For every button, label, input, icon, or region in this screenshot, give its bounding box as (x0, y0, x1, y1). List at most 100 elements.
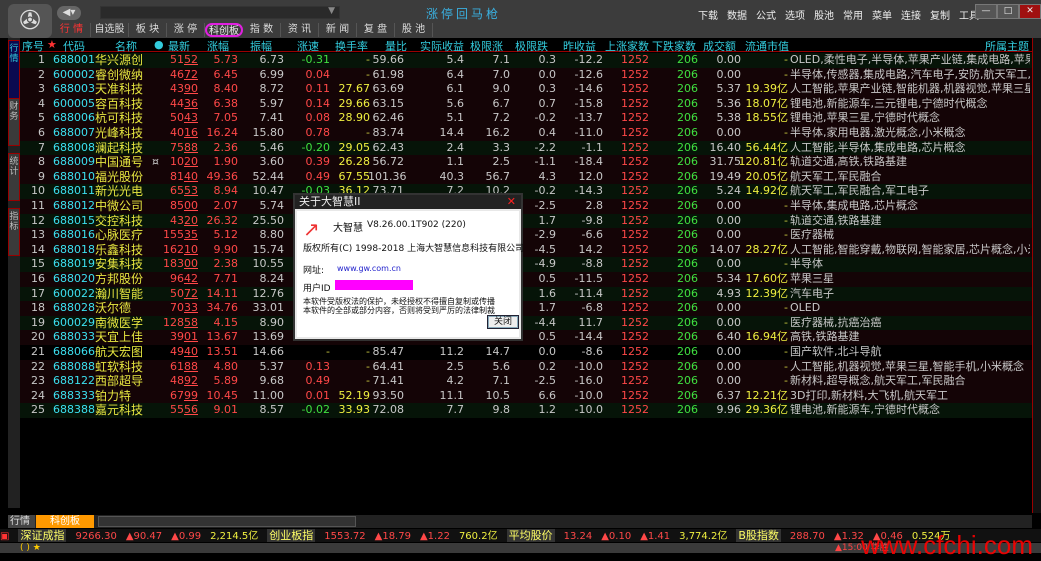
table-row[interactable]: 17 600022 瀚川智能 5072 14.11 12.76 1.6 -11.4 1252 20… (20, 286, 1032, 302)
maximize-button[interactable]: □ (997, 4, 1019, 19)
table-row[interactable]: 16 688020 方邦股份 9642 7.71 8.24 0.5 -11.5 1252 206 5… (20, 272, 1032, 287)
table-row[interactable]: 19 600029 南微医学 12858 4.15 8.90 -4.4 11.7 1252 206… (20, 315, 1032, 331)
cell-up-count: 1252 (621, 228, 649, 242)
table-row[interactable]: 13 688016 心脉医疗 15535 5.12 8.80 -2.9 -6.6 1252 206… (20, 228, 1032, 243)
table-row[interactable]: 3 688003 天准科技 4390 8.40 8.72 0.11 27.67 63.69 6.1… (20, 82, 1032, 97)
side-tab-1[interactable]: 财务 (8, 98, 20, 146)
tab-5[interactable]: 指 数 (243, 23, 281, 37)
column-header-13[interactable]: 昨收益 (563, 38, 596, 54)
column-header-12[interactable]: 极限跌 (515, 38, 548, 54)
column-header-3[interactable]: ● (154, 38, 164, 51)
column-header-0[interactable]: 序号 (22, 38, 44, 54)
close-dialog-button[interactable]: 关闭 (487, 315, 519, 329)
tab-8[interactable]: 复 盘 (357, 23, 395, 37)
column-header-5[interactable]: 涨幅 (207, 38, 229, 54)
tab-6[interactable]: 资 讯 (281, 23, 319, 37)
menu-item[interactable]: 股池 (814, 7, 834, 22)
side-tab-2[interactable]: 统计 (8, 153, 20, 201)
table-row[interactable]: 15 688019 安集科技 18300 2.38 10.55 -4.9 -8.8 1252 20… (20, 257, 1032, 272)
menu-item[interactable]: 菜单 (872, 7, 892, 22)
table-row[interactable]: 8 688009 中国通号 ¤ 1020 1.90 3.60 0.39 26.28 56.72 1.… (20, 155, 1032, 170)
table-row[interactable]: 1 688001 华兴源创 5152 5.73 6.73 -0.31-59.66 5.4 7.1… (20, 53, 1032, 68)
index-name[interactable]: 深证成指 (18, 529, 67, 542)
tab-9[interactable]: 股 池 (395, 23, 433, 37)
column-header-15[interactable]: 下跌家数 (652, 38, 696, 54)
dialog-close-icon[interactable]: ✕ (507, 195, 516, 209)
cell-turnover: 29.66 (338, 96, 371, 110)
tab-0[interactable]: 行 情 (53, 23, 91, 37)
column-header-11[interactable]: 极限涨 (470, 38, 503, 54)
menu-item[interactable]: 下载 (698, 7, 718, 22)
index-name[interactable]: 创业板指 (267, 529, 316, 542)
cell-code: 688003 (53, 82, 95, 96)
horizontal-scrollbar[interactable] (98, 516, 356, 527)
cell-change: 7.71 (213, 272, 239, 285)
table-row[interactable]: 4 600005 容百科技 4436 6.38 5.97 0.14 29.66 63.15 5.6… (20, 96, 1032, 112)
tab-3[interactable]: 涨 停 (167, 23, 205, 37)
column-header-10[interactable]: 实际收益 (420, 38, 464, 54)
tab-2[interactable]: 板 块 (129, 23, 167, 37)
menu-item[interactable]: 常用 (843, 7, 863, 22)
table-row[interactable]: 23 688122 西部超导 4892 5.89 9.68 0.49-71.41 4.2 7.1… (20, 374, 1032, 389)
table-row[interactable]: 25 688388 嘉元科技 5556 9.01 8.57 -0.02 33.93 72.08 7… (20, 403, 1032, 418)
url-link[interactable]: www.gw.com.cn (337, 264, 401, 273)
menu-item[interactable]: 复制 (930, 7, 950, 22)
table-row[interactable]: 22 688088 虹软科技 6188 4.80 5.37 0.13-64.41 2.5 5.6… (20, 359, 1032, 375)
column-header-18[interactable]: 所属主题 (985, 38, 1029, 54)
vertical-scrollbar[interactable] (1032, 38, 1041, 513)
cell-amplitude: 5.74 (259, 199, 285, 212)
quote-tab-dropdown[interactable]: 行情 ▾ (8, 515, 35, 540)
side-tab-3[interactable]: 指标 (8, 208, 20, 256)
chevron-down-icon[interactable]: ▼ (328, 6, 335, 16)
column-header-4[interactable]: 最新 (168, 38, 190, 54)
column-header-14[interactable]: 上涨家数 (605, 38, 649, 54)
cell-down-count: 206 (677, 155, 698, 169)
table-row[interactable]: 2 600002 睿创微纳 4672 6.45 6.99 0.04-61.98 6.4 7.0 0… (20, 67, 1032, 83)
menu-item[interactable]: 数据 (727, 7, 747, 22)
cell-seq: 2 (38, 67, 45, 81)
column-header-6[interactable]: 振幅 (250, 38, 272, 54)
cell-volume-ratio: 59.66 (372, 53, 405, 66)
tab-7[interactable]: 新 闻 (319, 23, 357, 37)
cell-price: 4016 (170, 126, 198, 139)
column-header-2[interactable]: 名称 (115, 38, 137, 54)
cell-amplitude: 5.46 (259, 140, 285, 154)
table-row[interactable]: 21 688066 航天宏图 4940 13.51 14.66- -85.47 11.2 14.… (20, 345, 1032, 360)
cell-change: 8.40 (213, 82, 239, 96)
cell-theme: 锂电池,新能源车,宁德时代概念 (790, 403, 940, 417)
minimize-button[interactable]: — (975, 4, 997, 19)
tab-4[interactable]: 科创板 (205, 23, 243, 37)
index-name[interactable]: B股指数 (736, 529, 781, 542)
index-name[interactable]: 平均股价 (506, 529, 555, 542)
address-combo[interactable]: ▼ (100, 6, 340, 19)
index-chg: ▲1.32 (833, 531, 864, 542)
tab-1[interactable]: 自选股 (91, 23, 129, 37)
table-row[interactable]: 10 688011 新光光电 6553 8.94 10.47 -0.03 36.12 73.71… (20, 184, 1032, 199)
menu-item[interactable]: 公式 (756, 7, 776, 22)
cell-amount: 5.24 (716, 184, 742, 198)
column-header-9[interactable]: 量比 (385, 38, 407, 54)
column-header-1[interactable]: 代码 (63, 38, 85, 54)
column-header-17[interactable]: 流通市值 (745, 38, 789, 54)
back-button[interactable]: ◀▾ (57, 6, 81, 20)
table-row[interactable]: 12 688015 交控科技 4320 26.32 25.50 1.7 -9.8 1252 206… (20, 213, 1032, 229)
cell-theme: 3D打印,新材料,大飞机,航天军工 (790, 388, 948, 402)
star-market-tab[interactable]: 科创板 (36, 515, 94, 528)
table-row[interactable]: 18 688028 沃尔德 7033 34.76 33.01 1.7 -6.8 1252 206 0… (20, 301, 1032, 316)
app-logo-icon[interactable]: ✇ (8, 4, 52, 38)
column-header-8[interactable]: 换手率 (335, 38, 368, 54)
table-row[interactable]: 6 688007 光峰科技 4016 16.24 15.80 0.78-83.74 14.4 1… (20, 126, 1032, 141)
table-row[interactable]: 7 688008 澜起科技 7588 2.36 5.46 -0.20 29.05 62.43 2.… (20, 140, 1032, 156)
table-row[interactable]: 5 688006 杭可科技 5043 7.05 7.41 0.08 28.90 62.46 5.1… (20, 111, 1032, 126)
menu-item[interactable]: 选项 (785, 7, 805, 22)
close-button[interactable]: ✕ (1019, 4, 1041, 19)
column-header-7[interactable]: 涨速 (297, 38, 319, 54)
table-row[interactable]: 20 688033 天宜上佳 3901 13.67 13.69 0.5 -14.4 1252 20… (20, 330, 1032, 345)
table-row[interactable]: 9 688010 福光股份 8140 49.36 52.44 0.49 67.55 101.36… (20, 169, 1032, 185)
table-row[interactable]: 11 688012 中微公司 8500 2.07 5.74 -2.5 2.8 1252 206 0.… (20, 199, 1032, 214)
app-title: 涨停回马枪 (426, 7, 502, 21)
column-header-16[interactable]: 成交额 (703, 38, 736, 54)
menu-item[interactable]: 连接 (901, 7, 921, 22)
table-row[interactable]: 24 688333 铂力特 6799 10.45 11.00 0.01 52.19 93.50 1… (20, 388, 1032, 404)
table-row[interactable]: 14 688018 乐鑫科技 16210 9.90 15.74 -4.5 14.2 1252 20… (20, 242, 1032, 258)
